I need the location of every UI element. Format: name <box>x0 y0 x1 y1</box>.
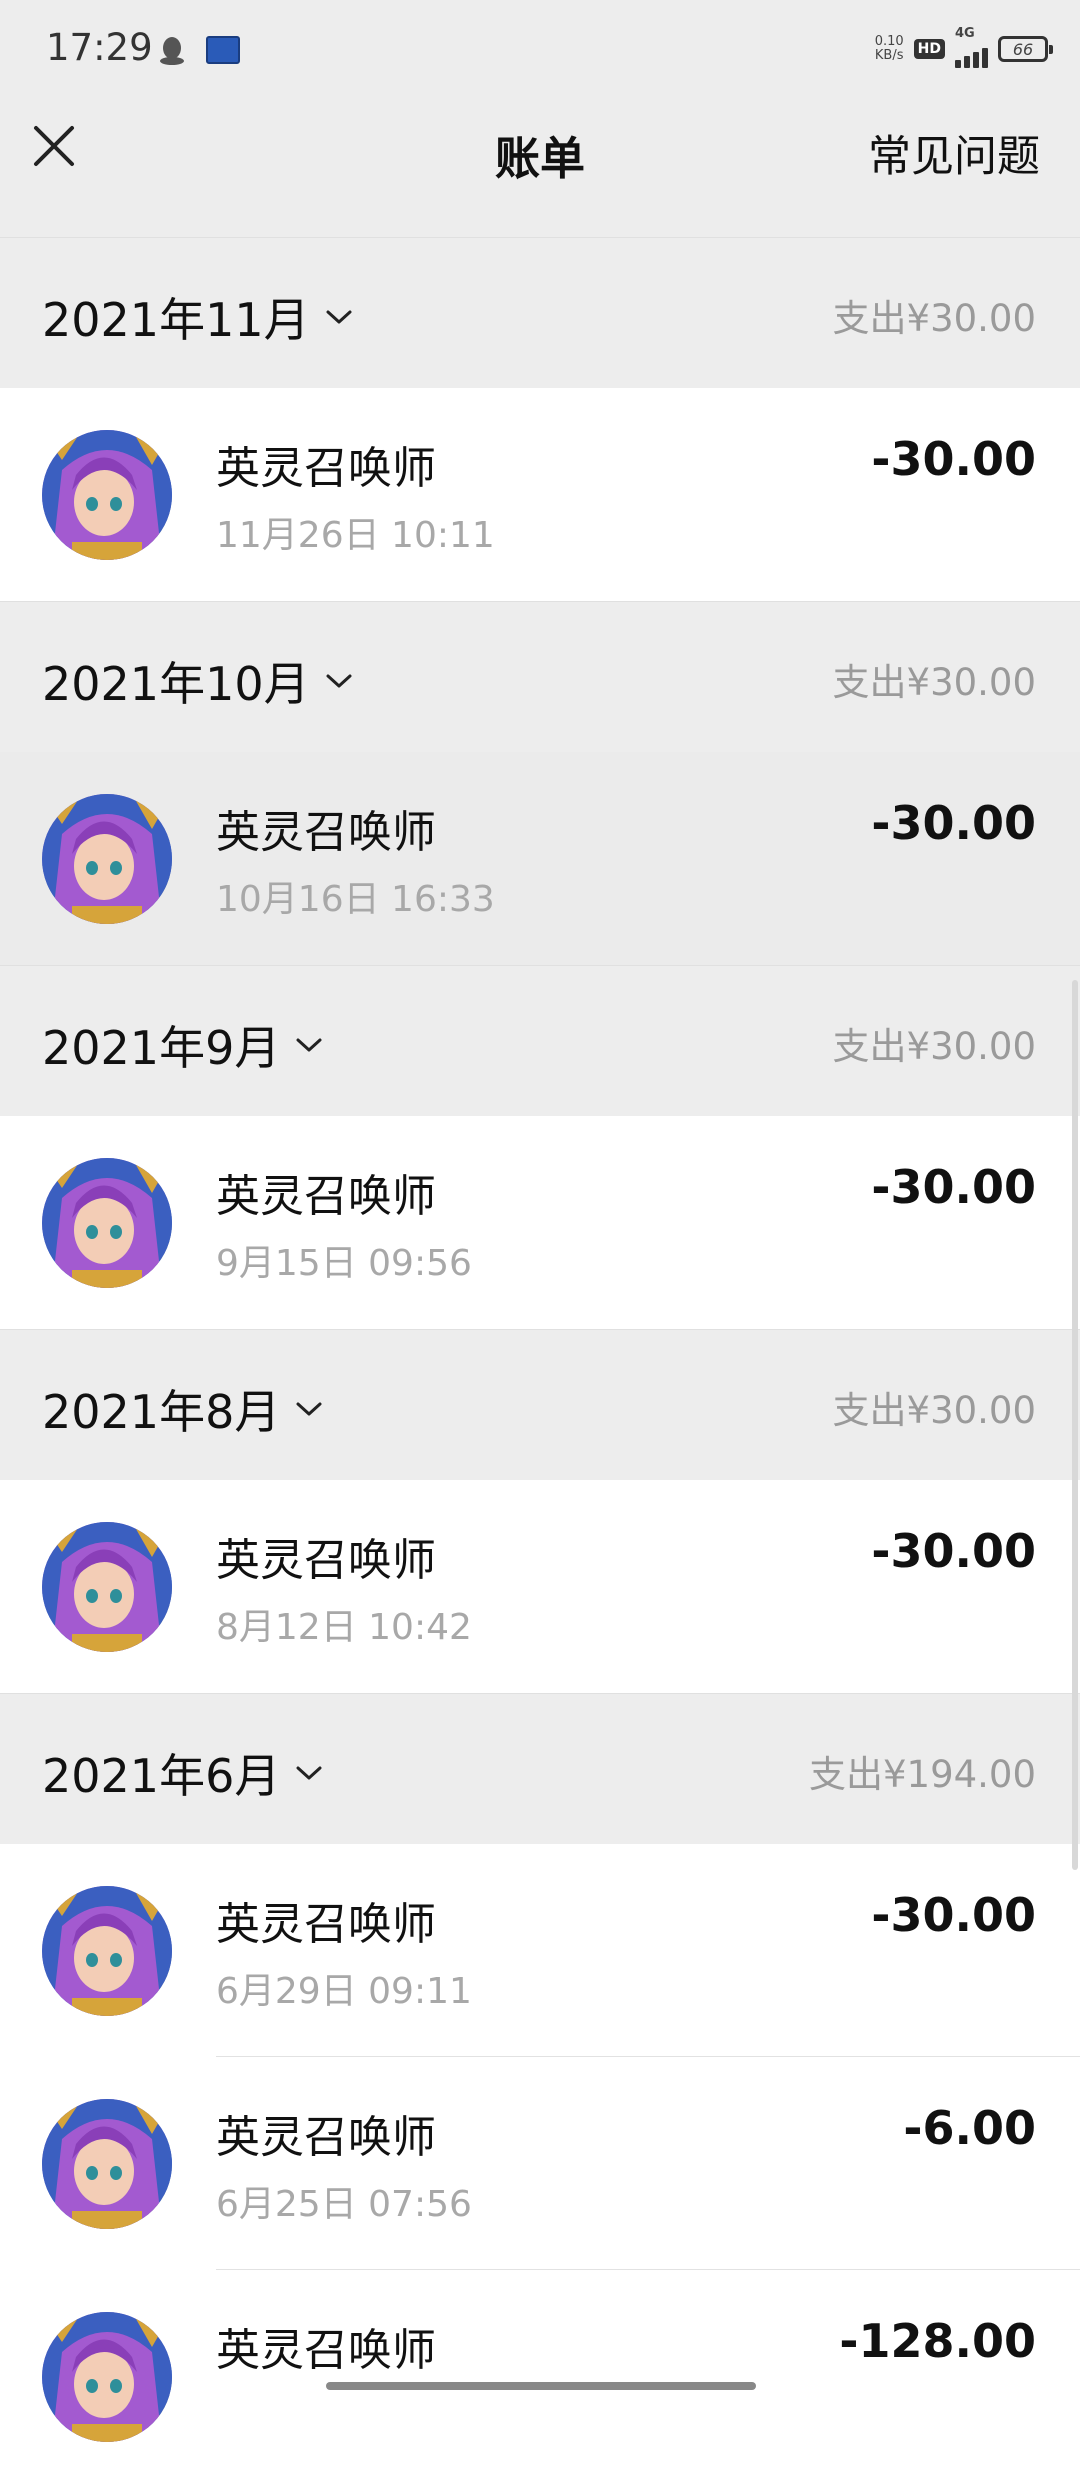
transaction-name: 英灵召唤师 <box>216 807 436 858</box>
month-selector[interactable]: 2021年8月 <box>42 1376 324 1442</box>
month-header[interactable]: 2021年9月 支出¥30.00 <box>0 965 1080 1116</box>
network-speed-value: 0.10 <box>874 34 904 49</box>
avatar-image <box>42 1158 172 1288</box>
avatar-image <box>42 794 172 924</box>
battery-icon: 66 <box>998 36 1053 62</box>
month-selector[interactable]: 2021年11月 <box>42 284 354 350</box>
month-expense-summary: 支出¥30.00 <box>832 297 1036 340</box>
transaction-row[interactable]: 英灵召唤师 6月29日 09:11 -30.00 <box>0 1844 1080 2057</box>
battery-level: 66 <box>1012 39 1034 59</box>
transaction-amount: -6.00 <box>903 2101 1036 2155</box>
network-speed: 0.10 KB/s <box>875 35 904 63</box>
avatar-image <box>42 2312 172 2442</box>
month-expense-summary: 支出¥30.00 <box>832 661 1036 704</box>
transaction-amount: -128.00 <box>839 2314 1036 2368</box>
transaction-time: 10月16日 16:33 <box>216 879 495 920</box>
chevron-down-icon <box>326 674 352 688</box>
transaction-time: 6月29日 09:11 <box>216 1971 472 2012</box>
close-icon[interactable] <box>30 122 78 170</box>
status-bar: 17:29 0.10 KB/s HD 4G 66 <box>0 0 1080 100</box>
avatar <box>42 1886 172 2016</box>
status-time: 17:29 <box>46 26 153 69</box>
network-type-label: 4G <box>955 26 975 41</box>
qq-icon <box>160 37 184 65</box>
transaction-row[interactable]: 英灵召唤师 6月25日 07:56 -6.00 <box>0 2057 1080 2270</box>
transaction-name: 英灵召唤师 <box>216 2112 436 2163</box>
app-notification-icon <box>206 36 240 64</box>
transaction-name: 英灵召唤师 <box>216 1171 436 1222</box>
nav-bar: 账单 常见问题 <box>0 100 1080 240</box>
month-header[interactable]: 2021年10月 支出¥30.00 <box>0 601 1080 752</box>
transaction-time: 6月25日 07:56 <box>216 2184 472 2225</box>
month-expense-summary: 支出¥30.00 <box>832 1389 1036 1432</box>
transaction-amount: -30.00 <box>871 1160 1036 1214</box>
transaction-name: 英灵召唤师 <box>216 1899 436 1950</box>
month-expense-summary: 支出¥30.00 <box>832 1025 1036 1068</box>
month-header[interactable]: 2021年11月 支出¥30.00 <box>0 237 1080 388</box>
avatar <box>42 1158 172 1288</box>
month-selector[interactable]: 2021年9月 <box>42 1012 324 1078</box>
avatar <box>42 794 172 924</box>
avatar <box>42 1522 172 1652</box>
transaction-name: 英灵召唤师 <box>216 1535 436 1586</box>
faq-button[interactable]: 常见问题 <box>868 122 1040 184</box>
transaction-time: 8月12日 10:42 <box>216 1607 472 1648</box>
signal-icon: 4G <box>955 26 988 68</box>
status-right-icons: 0.10 KB/s HD 4G 66 <box>875 26 1053 68</box>
chevron-down-icon <box>296 1402 322 1416</box>
transaction-row[interactable]: 英灵召唤师 8月12日 10:42 -30.00 <box>0 1480 1080 1693</box>
month-label: 2021年9月 <box>42 1021 281 1075</box>
transaction-name: 英灵召唤师 <box>216 2325 436 2376</box>
avatar-image <box>42 430 172 560</box>
bill-list: 2021年11月 支出¥30.00 英灵召唤师 11月26日 10:11 -30… <box>0 237 1080 2483</box>
transaction-row[interactable]: 英灵召唤师 -128.00 <box>0 2270 1080 2483</box>
avatar-image <box>42 2099 172 2229</box>
transaction-row[interactable]: 英灵召唤师 9月15日 09:56 -30.00 <box>0 1116 1080 1329</box>
month-label: 2021年8月 <box>42 1385 281 1439</box>
avatar <box>42 2312 172 2442</box>
month-selector[interactable]: 2021年6月 <box>42 1740 324 1806</box>
chevron-down-icon <box>296 1766 322 1780</box>
transaction-amount: -30.00 <box>871 432 1036 486</box>
month-selector[interactable]: 2021年10月 <box>42 648 354 714</box>
network-speed-unit: KB/s <box>874 48 904 63</box>
month-label: 2021年10月 <box>42 657 310 711</box>
transaction-amount: -30.00 <box>871 1524 1036 1578</box>
hd-icon: HD <box>913 39 945 59</box>
scrollbar[interactable] <box>1072 980 1078 1870</box>
transaction-name: 英灵召唤师 <box>216 443 436 494</box>
avatar-image <box>42 1886 172 2016</box>
status-left-icons <box>158 34 240 66</box>
transaction-row[interactable]: 英灵召唤师 11月26日 10:11 -30.00 <box>0 388 1080 601</box>
transaction-time: 9月15日 09:56 <box>216 1243 472 1284</box>
avatar-image <box>42 1522 172 1652</box>
transaction-time: 11月26日 10:11 <box>216 515 495 556</box>
month-expense-summary: 支出¥194.00 <box>808 1753 1036 1796</box>
transaction-row[interactable]: 英灵召唤师 10月16日 16:33 -30.00 <box>0 752 1080 965</box>
month-label: 2021年11月 <box>42 293 310 347</box>
home-indicator[interactable] <box>326 2382 756 2390</box>
transaction-amount: -30.00 <box>871 796 1036 850</box>
month-header[interactable]: 2021年8月 支出¥30.00 <box>0 1329 1080 1480</box>
avatar <box>42 2099 172 2229</box>
chevron-down-icon <box>296 1038 322 1052</box>
month-label: 2021年6月 <box>42 1749 281 1803</box>
month-header[interactable]: 2021年6月 支出¥194.00 <box>0 1693 1080 1844</box>
chevron-down-icon <box>326 310 352 324</box>
transaction-amount: -30.00 <box>871 1888 1036 1942</box>
avatar <box>42 430 172 560</box>
